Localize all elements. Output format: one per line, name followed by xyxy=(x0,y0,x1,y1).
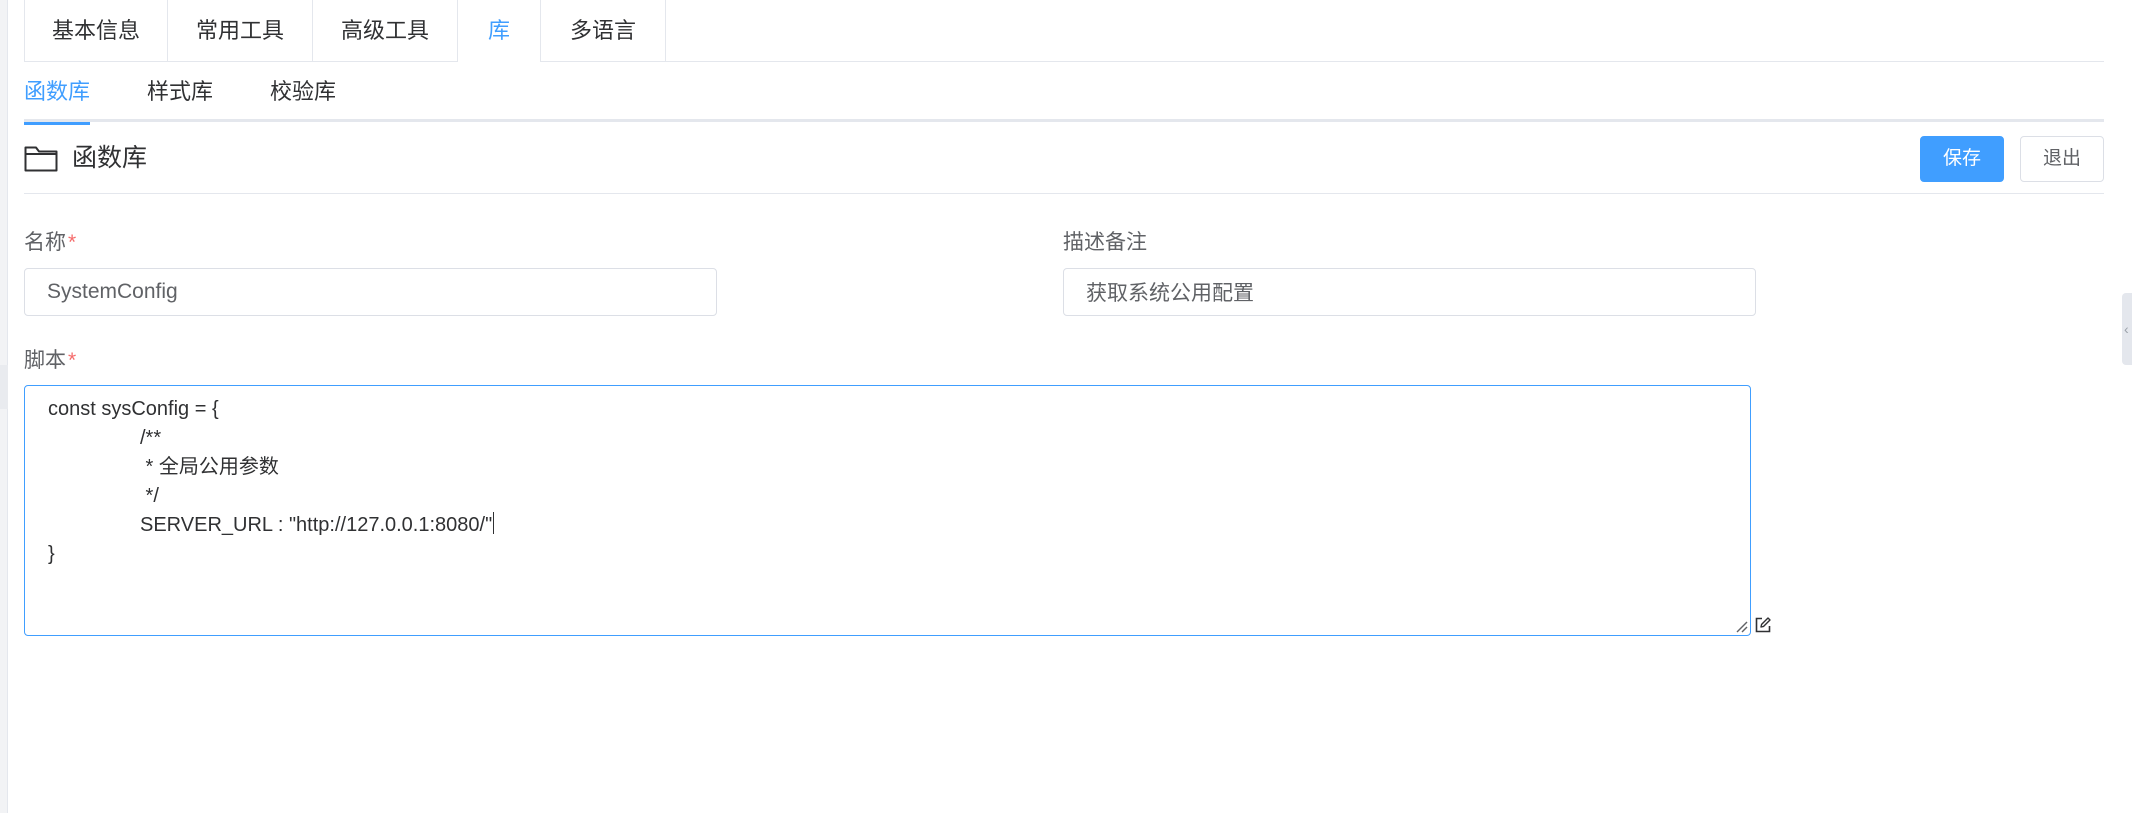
page-title: 函数库 xyxy=(72,144,148,172)
subtab-validation-library[interactable]: 校验库 xyxy=(270,62,336,122)
tab-advanced-tools[interactable]: 高级工具 xyxy=(313,0,458,62)
tab-basic-info[interactable]: 基本信息 xyxy=(24,0,168,62)
left-rail xyxy=(0,0,8,813)
script-line: */ xyxy=(140,485,159,507)
save-button[interactable]: 保存 xyxy=(1920,136,2004,182)
sub-tab-bar: 函数库 样式库 校验库 xyxy=(24,62,2104,125)
script-label: 脚本* xyxy=(24,347,76,375)
script-label-text: 脚本 xyxy=(24,349,66,372)
top-tab-bar: 基本信息 常用工具 高级工具 库 多语言 xyxy=(24,0,2104,62)
resize-grip-icon[interactable] xyxy=(1734,619,1748,633)
script-line-text: SERVER_URL : "http://127.0.0.1:8080/" xyxy=(140,514,493,536)
tab-multilanguage[interactable]: 多语言 xyxy=(541,0,666,62)
folder-icon xyxy=(24,146,58,172)
subtab-style-library[interactable]: 样式库 xyxy=(147,62,213,122)
required-marker: * xyxy=(68,349,77,372)
chevron-left-icon: ‹ xyxy=(2124,321,2129,337)
script-line: } xyxy=(48,543,55,565)
script-editor[interactable]: const sysConfig = { /** * 全局公用参数 */ SERV… xyxy=(24,385,1751,636)
exit-button[interactable]: 退出 xyxy=(2020,136,2104,182)
description-label: 描述备注 xyxy=(1063,231,1147,254)
tab-library[interactable]: 库 xyxy=(458,0,541,62)
name-input[interactable] xyxy=(24,268,717,316)
left-rail-marker xyxy=(0,365,8,409)
script-line: const sysConfig = { xyxy=(48,398,219,420)
tab-common-tools[interactable]: 常用工具 xyxy=(168,0,313,62)
script-line: /** xyxy=(140,427,162,449)
name-label: 名称* xyxy=(24,229,76,257)
description-input[interactable] xyxy=(1063,268,1756,316)
script-line: * 全局公用参数 xyxy=(140,456,279,478)
script-line-active: SERVER_URL : "http://127.0.0.1:8080/" xyxy=(140,511,495,539)
name-label-text: 名称 xyxy=(24,231,66,254)
subtab-function-library[interactable]: 函数库 xyxy=(24,62,91,125)
required-marker: * xyxy=(68,231,77,254)
collapse-handle[interactable]: ‹ xyxy=(2122,293,2132,365)
edit-icon[interactable] xyxy=(1754,616,1772,634)
section-header: 函数库 保存 退出 xyxy=(24,122,2104,194)
text-caret xyxy=(493,512,495,534)
